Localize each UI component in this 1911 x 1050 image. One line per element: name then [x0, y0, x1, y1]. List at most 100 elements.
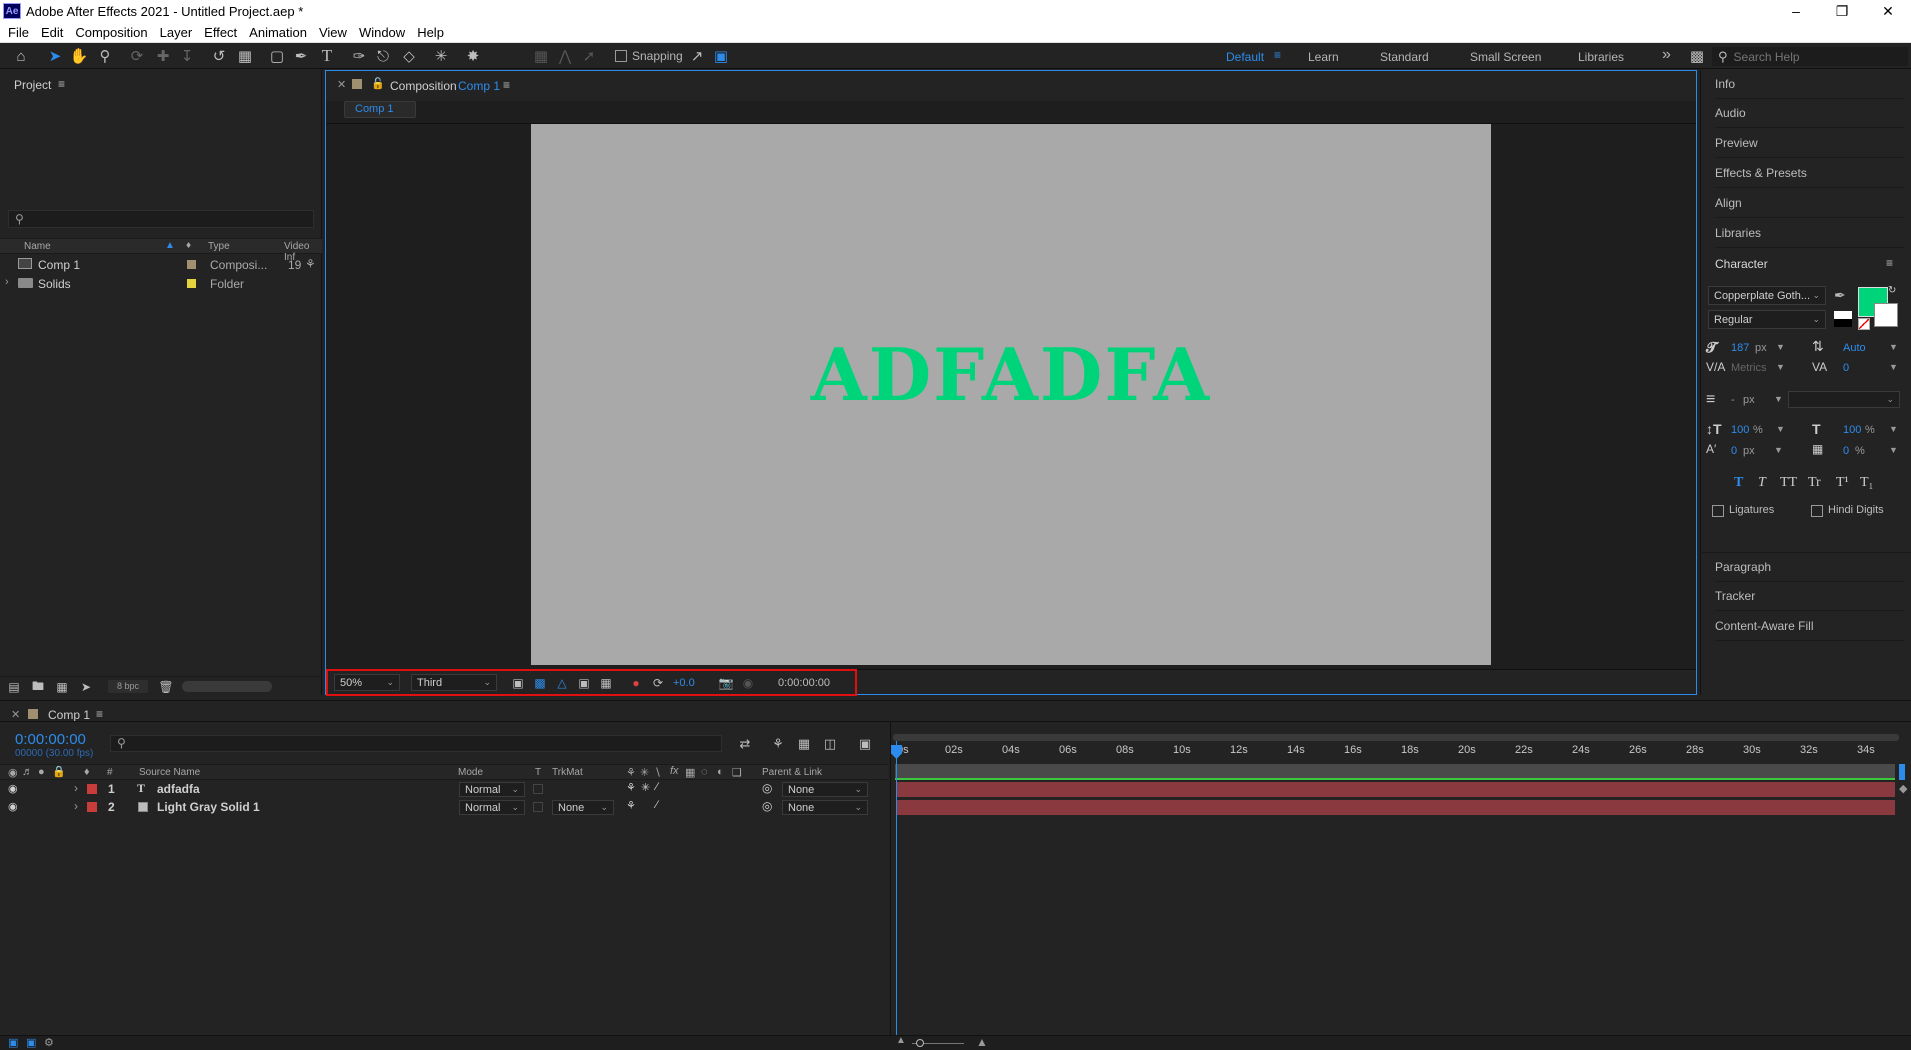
stroke-width-value[interactable]: -: [1731, 394, 1735, 406]
frame-blending-icon[interactable]: ◫: [821, 735, 839, 753]
sync-settings-icon[interactable]: ▩: [1688, 47, 1706, 65]
work-area-end-handle[interactable]: [1899, 764, 1905, 780]
layer-row[interactable]: ◉ › 1 T adfadfa Normal ⌄ ⚘ ✳ ∕ ◎ None ⌄: [0, 781, 888, 798]
workspace-default[interactable]: Default: [1226, 50, 1264, 64]
project-panel-title[interactable]: Project: [14, 78, 51, 92]
frame-blend-header-icon[interactable]: ▦: [685, 766, 695, 779]
magnification-dropdown[interactable]: 50% ⌄: [334, 674, 400, 691]
project-thumbnail-slider[interactable]: [182, 681, 272, 692]
project-item-comp1[interactable]: Comp 1 Composi... 19 ⚘: [0, 256, 322, 274]
snapping-checkbox[interactable]: [615, 50, 627, 62]
brush-tool-icon[interactable]: ✑: [350, 47, 368, 65]
layer-switches-toggle-icon[interactable]: ▣: [8, 1036, 18, 1049]
white-color-swatch[interactable]: [1834, 311, 1852, 319]
home-icon[interactable]: ⌂: [12, 47, 30, 65]
font-style-dropdown[interactable]: Regular ⌄: [1708, 310, 1826, 329]
reset-exposure-icon[interactable]: ⟳: [649, 674, 667, 692]
interpret-footage-icon[interactable]: ▤: [5, 678, 23, 696]
composition-header-name[interactable]: Comp 1: [458, 79, 500, 93]
libraries-panel-tab[interactable]: Libraries: [1715, 219, 1905, 248]
snap-feature-icon[interactable]: ▣: [712, 47, 730, 65]
zoom-tool-icon[interactable]: ⚲: [96, 47, 114, 65]
source-name-header[interactable]: Source Name: [139, 767, 200, 778]
eraser-tool-icon[interactable]: ◇: [400, 47, 418, 65]
motion-blur-header-icon[interactable]: ◌: [701, 766, 708, 778]
video-visibility-icon[interactable]: ◉: [8, 800, 18, 813]
collapse-header-icon[interactable]: ✳: [640, 766, 649, 779]
new-folder-icon[interactable]: 🖿: [29, 678, 47, 696]
zoom-in-icon[interactable]: ▲: [976, 1035, 988, 1049]
parent-dropdown[interactable]: None ⌄: [782, 782, 868, 797]
sort-ascending-icon[interactable]: ▲: [165, 240, 175, 251]
show-snapshot-icon[interactable]: ◉: [739, 674, 757, 692]
composition-canvas[interactable]: ADFADFA: [531, 124, 1491, 665]
all-caps-button[interactable]: TT: [1780, 475, 1797, 491]
leading-value[interactable]: Auto: [1843, 342, 1866, 354]
layer-label-swatch[interactable]: [87, 802, 97, 812]
close-panel-icon[interactable]: ✕: [337, 78, 346, 91]
parent-pickwhip-icon[interactable]: ◎: [762, 781, 772, 795]
layer-out-point-icon[interactable]: ◆: [1899, 782, 1907, 795]
restore-button[interactable]: ❐: [1819, 0, 1865, 22]
bpc-button[interactable]: 8 bpc: [108, 680, 148, 693]
clone-stamp-tool-icon[interactable]: ⎋: [374, 47, 392, 65]
flowchart-icon[interactable]: ⚘: [305, 257, 316, 271]
workspace-learn[interactable]: Learn: [1308, 50, 1339, 64]
expand-arrow-icon[interactable]: ›: [5, 276, 9, 288]
info-panel-tab[interactable]: Info: [1715, 70, 1905, 99]
draft-3d-icon[interactable]: ⚘: [769, 735, 787, 753]
roto-brush-tool-icon[interactable]: ✳: [432, 47, 450, 65]
menu-edit[interactable]: Edit: [41, 25, 63, 40]
baseline-shift-value[interactable]: 0: [1731, 445, 1737, 457]
grid-guides-icon[interactable]: ▦: [597, 674, 615, 692]
layer-name[interactable]: Light Gray Solid 1: [157, 800, 260, 814]
swap-colors-icon[interactable]: ↻: [1888, 285, 1896, 296]
chevron-down-icon[interactable]: ▼: [1889, 424, 1898, 434]
current-time-display[interactable]: 0:00:00:00: [778, 677, 830, 689]
composition-tab-comp1[interactable]: Comp 1: [344, 101, 416, 118]
label-header-icon[interactable]: ♦: [84, 766, 90, 778]
workspace-standard[interactable]: Standard: [1380, 50, 1429, 64]
paragraph-panel-tab[interactable]: Paragraph: [1715, 553, 1905, 582]
black-color-swatch[interactable]: [1834, 319, 1852, 327]
mask-visibility-icon[interactable]: △: [553, 674, 571, 692]
tracker-panel-tab[interactable]: Tracker: [1715, 582, 1905, 611]
layer-label-swatch[interactable]: [87, 784, 97, 794]
font-size-value[interactable]: 187: [1731, 342, 1749, 354]
eyedropper-icon[interactable]: ✒: [1834, 287, 1846, 304]
character-panel-title[interactable]: Character: [1715, 249, 1905, 278]
modes-toggle-icon[interactable]: ▣: [26, 1036, 36, 1049]
timeline-search-input[interactable]: ⚲: [110, 735, 722, 752]
preserve-transparency-checkbox[interactable]: [533, 784, 543, 794]
shy-switch-icon[interactable]: ⚘: [626, 799, 636, 812]
parent-pickwhip-icon[interactable]: ◎: [762, 799, 772, 813]
rotation-tool-icon[interactable]: ↺: [210, 47, 228, 65]
close-button[interactable]: ✕: [1865, 0, 1911, 22]
chevron-down-icon[interactable]: ▼: [1889, 342, 1898, 352]
menu-layer[interactable]: Layer: [160, 25, 193, 40]
workspace-menu-icon[interactable]: ≡: [1274, 48, 1281, 62]
effects-header-icon[interactable]: fx: [670, 765, 679, 777]
hand-tool-icon[interactable]: ✋: [70, 47, 89, 65]
layer-row[interactable]: ◉ › 2 Light Gray Solid 1 Normal ⌄ None ⌄ ⚘…: [0, 799, 888, 816]
subscript-button[interactable]: T₁: [1860, 475, 1873, 491]
menu-help[interactable]: Help: [417, 25, 444, 40]
layer-duration-bar[interactable]: [897, 800, 1895, 815]
shy-switch-icon[interactable]: ⚘: [626, 781, 636, 794]
vertical-scale-value[interactable]: 100: [1731, 424, 1749, 436]
new-composition-icon[interactable]: ▦: [53, 678, 71, 696]
project-col-name[interactable]: Name: [24, 241, 51, 252]
project-col-type[interactable]: Type: [208, 241, 230, 252]
timeline-tab-comp1[interactable]: Comp 1: [48, 708, 90, 722]
stroke-color-swatch[interactable]: [1874, 303, 1898, 327]
orbit-camera-icon[interactable]: ⟳: [128, 47, 146, 65]
expand-arrow-icon[interactable]: ›: [74, 799, 78, 813]
selection-tool-icon[interactable]: ➤: [46, 47, 64, 65]
label-color-swatch[interactable]: [187, 260, 196, 269]
preserve-transparency-checkbox[interactable]: [533, 802, 543, 812]
tsume-value[interactable]: 0: [1843, 445, 1849, 457]
menu-file[interactable]: File: [8, 25, 29, 40]
track-matte-dropdown[interactable]: None ⌄: [552, 800, 614, 815]
workspace-libraries[interactable]: Libraries: [1578, 50, 1624, 64]
kerning-value[interactable]: Metrics: [1731, 362, 1766, 374]
